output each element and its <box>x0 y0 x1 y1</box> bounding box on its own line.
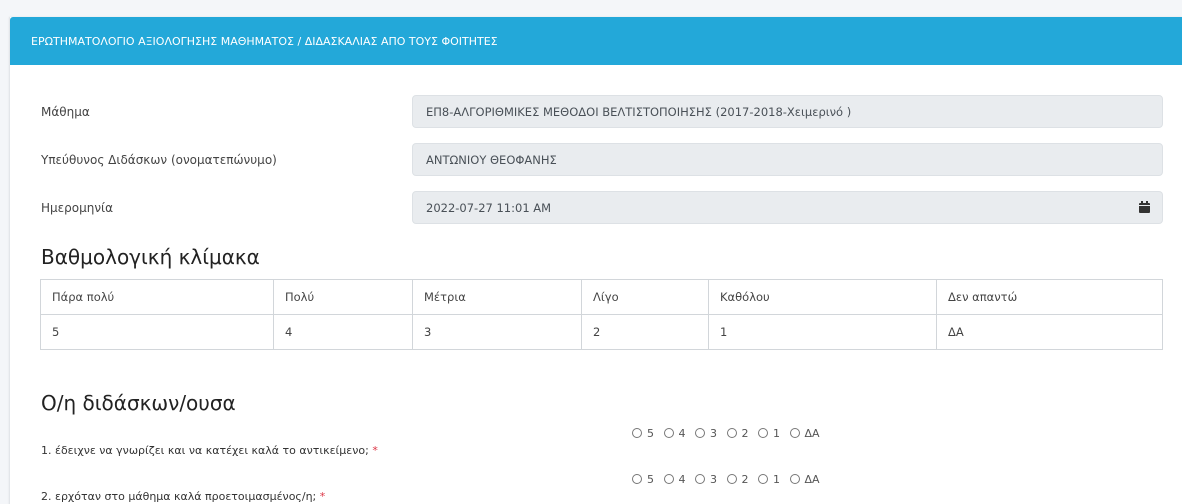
radio-option[interactable]: 5 <box>632 427 654 440</box>
radio-label: 5 <box>647 427 654 440</box>
date-field[interactable]: 2022-07-27 11:01 AM <box>412 191 1128 224</box>
scale-value-cell: ΔΑ <box>936 314 1163 350</box>
radio-label: ΔΑ <box>804 473 820 486</box>
course-label: Μάθημα <box>41 105 90 119</box>
radio-circle[interactable] <box>663 474 674 484</box>
rating-radio-group: 5 4 3 2 1 ΔΑ <box>632 473 826 486</box>
radio-label: 3 <box>710 473 717 486</box>
date-label: Ημερομηνία <box>41 201 114 215</box>
scale-table: Πάρα πολύ Πολύ Μέτρια Λίγο Καθόλου Δεν α… <box>40 279 1163 350</box>
radio-circle[interactable] <box>632 428 642 438</box>
radio-circle[interactable] <box>726 428 737 438</box>
radio-option[interactable]: 3 <box>695 427 717 440</box>
scale-label-cell: Καθόλου <box>708 279 937 315</box>
scale-label-cell: Μέτρια <box>412 279 582 315</box>
radio-option[interactable]: 1 <box>758 473 780 486</box>
scale-value-cell: 3 <box>412 314 582 350</box>
radio-label: 1 <box>773 427 780 440</box>
scale-value-cell: 1 <box>708 314 937 350</box>
radio-circle[interactable] <box>789 474 800 484</box>
radio-circle[interactable] <box>758 428 768 438</box>
instructor-label: Υπεύθυνος Διδάσκων (ονοματεπώνυμο) <box>41 153 277 167</box>
radio-option[interactable]: 5 <box>632 473 654 486</box>
scale-value-cell: 2 <box>581 314 709 350</box>
scale-values-row: 5 4 3 2 1 ΔΑ <box>40 314 1163 350</box>
radio-circle[interactable] <box>726 474 737 484</box>
radio-option[interactable]: ΔΑ <box>789 473 820 486</box>
scale-heading: Βαθμολογική κλίμακα <box>41 245 260 269</box>
radio-circle[interactable] <box>663 428 674 438</box>
radio-option[interactable]: 2 <box>726 427 749 440</box>
scale-label-cell: Δεν απαντώ <box>936 279 1163 315</box>
evaluation-card: ΕΡΩΤΗΜΑΤΟΛΟΓΙΟ ΑΞΙΟΛΟΓΗΣΗΣ ΜΑΘΗΜΑΤΟΣ / Δ… <box>9 17 1182 504</box>
question-text: 1. έδειχνε να γνωρίζει και να κατέχει κα… <box>41 444 378 457</box>
radio-label: 5 <box>647 473 654 486</box>
scale-value-cell: 4 <box>273 314 413 350</box>
radio-label: 2 <box>741 473 749 486</box>
radio-label: 2 <box>741 427 749 440</box>
question-label: 2. ερχόταν στο μάθημα καλά προετοιμασμέν… <box>41 490 317 503</box>
card-header: ΕΡΩΤΗΜΑΤΟΛΟΓΙΟ ΑΞΙΟΛΟΓΗΣΗΣ ΜΑΘΗΜΑΤΟΣ / Δ… <box>10 17 1182 65</box>
radio-label: 4 <box>678 473 686 486</box>
course-row: Μάθημα ΕΠ8-ΑΛΓΟΡΙΘΜΙΚΕΣ ΜΕΘΟΔΟΙ ΒΕΛΤΙΣΤΟ… <box>10 95 1182 129</box>
radio-option[interactable]: 1 <box>758 427 780 440</box>
radio-option[interactable]: 4 <box>663 427 686 440</box>
scale-label-cell: Λίγο <box>581 279 709 315</box>
scale-labels-row: Πάρα πολύ Πολύ Μέτρια Λίγο Καθόλου Δεν α… <box>40 279 1163 315</box>
radio-label: 1 <box>773 473 780 486</box>
radio-option[interactable]: 4 <box>663 473 686 486</box>
radio-option[interactable]: 2 <box>726 473 749 486</box>
radio-circle[interactable] <box>758 474 768 484</box>
radio-circle[interactable] <box>632 474 642 484</box>
instructor-field: ΑΝΤΩΝΙΟΥ ΘΕΟΦΑΝΗΣ <box>412 143 1163 176</box>
calendar-icon <box>1139 201 1150 213</box>
radio-circle[interactable] <box>695 474 705 484</box>
required-marker: * <box>372 444 378 457</box>
question-label: 1. έδειχνε να γνωρίζει και να κατέχει κα… <box>41 444 369 457</box>
date-row: Ημερομηνία 2022-07-27 11:01 AM <box>10 191 1182 225</box>
radio-option[interactable]: 3 <box>695 473 717 486</box>
radio-label: 3 <box>710 427 717 440</box>
radio-label: 4 <box>678 427 686 440</box>
instructor-row: Υπεύθυνος Διδάσκων (ονοματεπώνυμο) ΑΝΤΩΝ… <box>10 143 1182 177</box>
radio-circle[interactable] <box>789 428 800 438</box>
section-heading: Ο/η διδάσκων/ουσα <box>41 391 236 415</box>
scale-label-cell: Πάρα πολύ <box>40 279 274 315</box>
radio-option[interactable]: ΔΑ <box>789 427 820 440</box>
radio-circle[interactable] <box>695 428 705 438</box>
rating-radio-group: 5 4 3 2 1 ΔΑ <box>632 427 826 440</box>
required-marker: * <box>319 490 326 503</box>
date-picker-button[interactable] <box>1127 191 1163 224</box>
scale-label-cell: Πολύ <box>273 279 413 315</box>
radio-label: ΔΑ <box>804 427 820 440</box>
question-1: 1. έδειχνε να γνωρίζει και να κατέχει κα… <box>10 427 1182 457</box>
question-text: 2. ερχόταν στο μάθημα καλά προετοιμασμέν… <box>41 490 325 503</box>
question-2: 2. ερχόταν στο μάθημα καλά προετοιμασμέν… <box>10 473 1182 503</box>
page-title: ΕΡΩΤΗΜΑΤΟΛΟΓΙΟ ΑΞΙΟΛΟΓΗΣΗΣ ΜΑΘΗΜΑΤΟΣ / Δ… <box>31 35 498 48</box>
course-field: ΕΠ8-ΑΛΓΟΡΙΘΜΙΚΕΣ ΜΕΘΟΔΟΙ ΒΕΛΤΙΣΤΟΠΟΙΗΣΗΣ… <box>412 95 1163 128</box>
scale-value-cell: 5 <box>40 314 274 350</box>
